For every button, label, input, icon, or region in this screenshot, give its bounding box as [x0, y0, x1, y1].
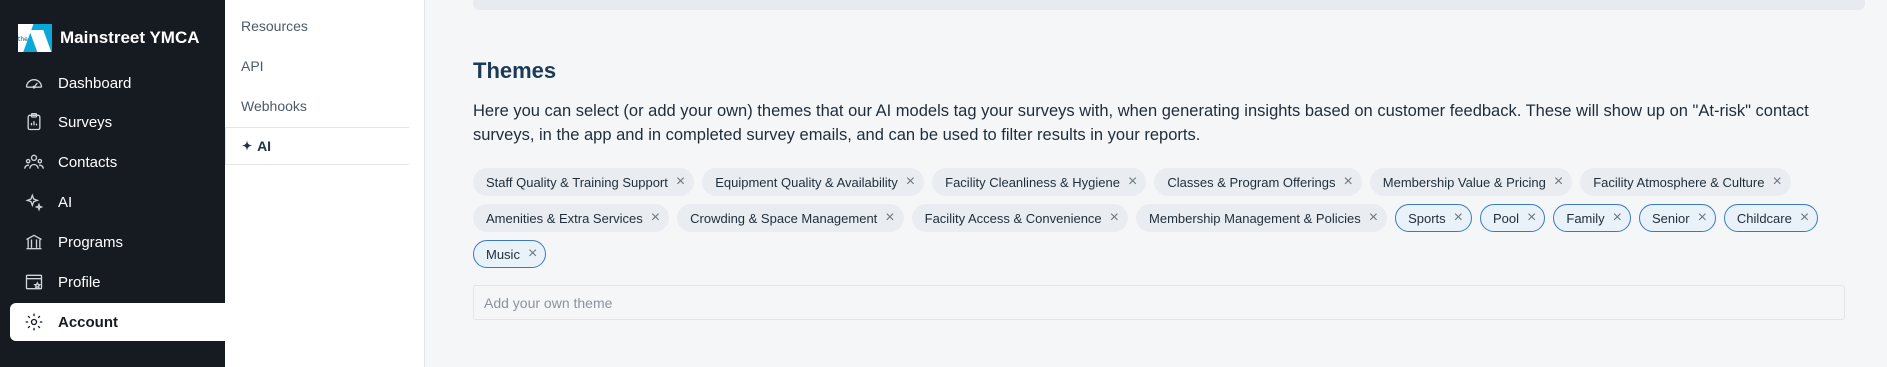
theme-tag[interactable]: Pool × [1480, 204, 1546, 232]
building-icon [24, 232, 44, 252]
brand[interactable]: the Mainstreet YMCA [18, 24, 200, 52]
subnav-item-webhooks[interactable]: Webhooks [241, 98, 307, 114]
remove-tag-icon[interactable]: × [1110, 210, 1119, 226]
theme-tag-label: Facility Access & Convenience [924, 210, 1102, 226]
sidebar-item-account[interactable]: Account [10, 303, 225, 341]
theme-tag-label: Staff Quality & Training Support [486, 174, 668, 190]
remove-tag-icon[interactable]: × [1698, 210, 1707, 226]
theme-tag[interactable]: Facility Cleanliness & Hygiene × [932, 168, 1147, 196]
remove-tag-icon[interactable]: × [1554, 174, 1563, 190]
contacts-icon [24, 152, 44, 172]
theme-tag-label: Facility Cleanliness & Hygiene [945, 174, 1120, 190]
sidebar-item-contacts[interactable]: Contacts [10, 143, 225, 181]
subnav-item-ai[interactable]: ✦ AI [225, 127, 409, 165]
theme-tag[interactable]: Senior × [1639, 204, 1716, 232]
theme-tag[interactable]: Amenities & Extra Services × [473, 204, 670, 232]
theme-tag-label: Equipment Quality & Availability [715, 174, 898, 190]
sidebar-item-dashboard[interactable]: Dashboard [10, 64, 225, 102]
sidebar-item-surveys[interactable]: Surveys [10, 103, 225, 141]
remove-tag-icon[interactable]: × [528, 246, 537, 262]
remove-tag-icon[interactable]: × [1369, 210, 1378, 226]
section-title: Themes [473, 58, 557, 83]
remove-tag-icon[interactable]: × [651, 210, 660, 226]
remove-tag-icon[interactable]: × [676, 174, 685, 190]
theme-tag-label: Pool [1493, 210, 1520, 226]
remove-tag-icon[interactable]: × [1527, 210, 1536, 226]
remove-tag-icon[interactable]: × [1772, 174, 1781, 190]
remove-tag-icon[interactable]: × [1128, 174, 1137, 190]
theme-tag[interactable]: Music × [473, 240, 547, 268]
subnav-item-label: AI [257, 138, 272, 154]
sidebar-item-label: Dashboard [58, 74, 132, 92]
sidebar-item-profile[interactable]: Profile [10, 263, 225, 301]
theme-tag-label: Membership Value & Pricing [1382, 174, 1546, 190]
brand-name: Mainstreet YMCA [60, 28, 200, 47]
dashboard-icon [24, 73, 44, 93]
theme-tag[interactable]: Classes & Program Offerings × [1154, 168, 1362, 196]
sidebar-item-label: AI [58, 193, 73, 211]
sparkle-icon: ✦ [242, 139, 253, 153]
theme-tag[interactable]: Membership Value & Pricing × [1369, 168, 1573, 196]
theme-tag[interactable]: Staff Quality & Training Support × [473, 168, 695, 196]
subnav-item-api[interactable]: API [241, 58, 264, 74]
previous-section-card [473, 0, 1865, 10]
clipboard-icon [24, 112, 44, 132]
theme-tag[interactable]: Sports × [1395, 204, 1472, 232]
sidebar-item-label: Surveys [58, 113, 113, 131]
profile-card-icon [24, 272, 44, 292]
theme-tag[interactable]: Equipment Quality & Availability × [702, 168, 925, 196]
sidebar-item-programs[interactable]: Programs [10, 223, 225, 261]
theme-tag-label: Amenities & Extra Services [486, 210, 643, 226]
theme-tag[interactable]: Family × [1553, 204, 1631, 232]
sidebar: the Mainstreet YMCA Dashboard Surveys Co… [0, 0, 225, 367]
remove-tag-icon[interactable]: × [906, 174, 915, 190]
remove-tag-icon[interactable]: × [885, 210, 894, 226]
gear-icon [24, 312, 44, 332]
remove-tag-icon[interactable]: × [1800, 210, 1809, 226]
section-description: Here you can select (or add your own) th… [473, 102, 1809, 144]
theme-tag[interactable]: Facility Access & Convenience × [911, 204, 1129, 232]
theme-tag[interactable]: Childcare × [1723, 204, 1819, 232]
theme-tag-label: Family [1566, 210, 1605, 226]
add-theme-input[interactable] [473, 285, 1845, 320]
sidebar-item-label: Account [58, 313, 118, 331]
theme-tag[interactable]: Crowding & Space Management × [677, 204, 904, 232]
sidebar-item-label: Profile [58, 273, 101, 291]
theme-tag-list: Staff Quality & Training Support × Equipme… [473, 168, 1883, 268]
sidebar-item-label: Programs [58, 233, 124, 251]
sidebar-item-ai[interactable]: AI [10, 183, 225, 221]
theme-tag-label: Membership Management & Policies [1149, 210, 1361, 226]
ymca-logo: the [18, 24, 52, 52]
sidebar-item-label: Contacts [58, 153, 118, 171]
theme-tag-label: Facility Atmosphere & Culture [1593, 174, 1765, 190]
remove-tag-icon[interactable]: × [1454, 210, 1463, 226]
remove-tag-icon[interactable]: × [1343, 174, 1352, 190]
theme-tag-label: Sports [1408, 210, 1446, 226]
main-content: Themes Here you can select (or add your … [425, 0, 1887, 367]
theme-tag[interactable]: Facility Atmosphere & Culture × [1580, 168, 1791, 196]
theme-tag-label: Childcare [1736, 210, 1792, 226]
theme-tag-label: Senior [1652, 210, 1690, 226]
remove-tag-icon[interactable]: × [1613, 210, 1622, 226]
theme-tag[interactable]: Membership Management & Policies × [1136, 204, 1388, 232]
theme-tag-label: Classes & Program Offerings [1167, 174, 1336, 190]
settings-subnav: Resources API Webhooks ✦ AI [225, 0, 425, 367]
subnav-item-resources[interactable]: Resources [241, 18, 308, 34]
theme-tag-label: Music [486, 246, 520, 262]
theme-tag-label: Crowding & Space Management [690, 210, 878, 226]
sparkle-icon [24, 192, 44, 212]
